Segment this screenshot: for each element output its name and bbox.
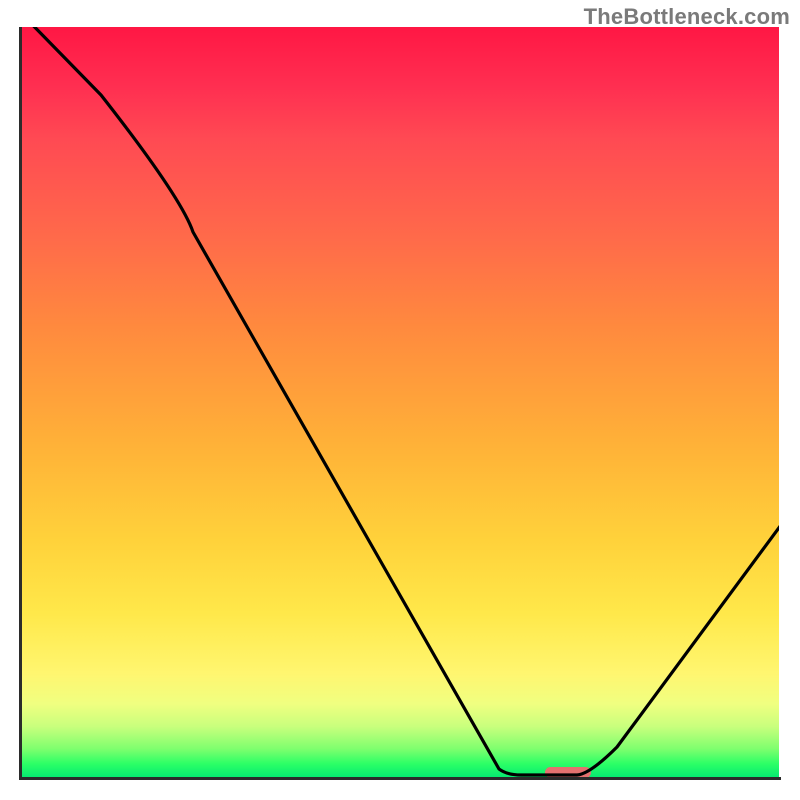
- x-axis-line: [19, 777, 781, 780]
- y-axis-line: [19, 27, 22, 779]
- curve-layer: [21, 27, 779, 779]
- watermark-text: TheBottleneck.com: [584, 4, 790, 30]
- bottleneck-curve: [21, 27, 779, 775]
- chart-container: TheBottleneck.com: [0, 0, 800, 800]
- plot-area: [21, 27, 779, 779]
